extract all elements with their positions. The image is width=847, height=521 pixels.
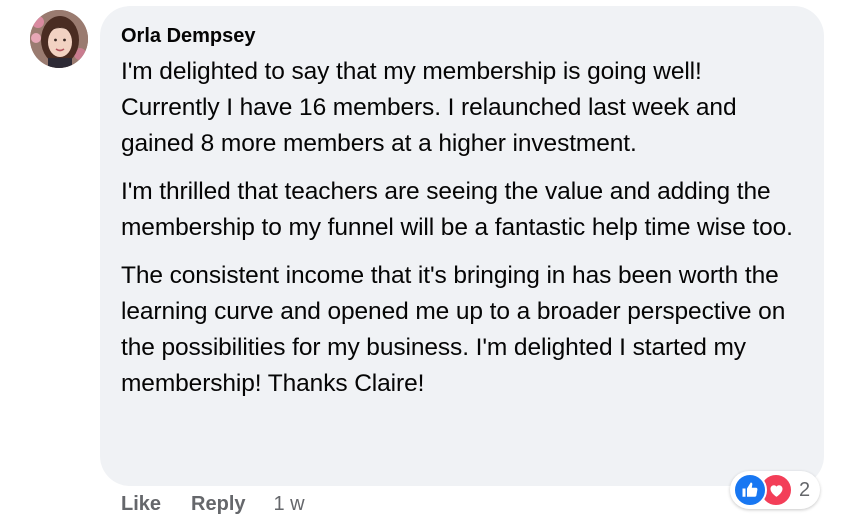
avatar-image	[30, 10, 88, 68]
reactions-summary[interactable]: 2	[730, 471, 821, 509]
comment-bubble: Orla Dempsey I'm delighted to say that m…	[100, 6, 824, 486]
like-icon	[733, 473, 767, 507]
comment-paragraph: I'm thrilled that teachers are seeing th…	[121, 178, 793, 241]
timestamp[interactable]: 1 w	[274, 490, 305, 518]
reaction-count: 2	[799, 478, 811, 501]
avatar[interactable]	[30, 10, 88, 68]
like-button[interactable]: Like	[121, 490, 161, 518]
reply-button[interactable]: Reply	[191, 490, 245, 518]
comment-paragraph: I'm delighted to say that my membership …	[121, 58, 737, 157]
comment-author[interactable]: Orla Dempsey	[121, 24, 804, 48]
comment-actions: Like Reply 1 w	[121, 490, 305, 518]
comment-paragraph: The consistent income that it's bringing…	[121, 262, 786, 397]
